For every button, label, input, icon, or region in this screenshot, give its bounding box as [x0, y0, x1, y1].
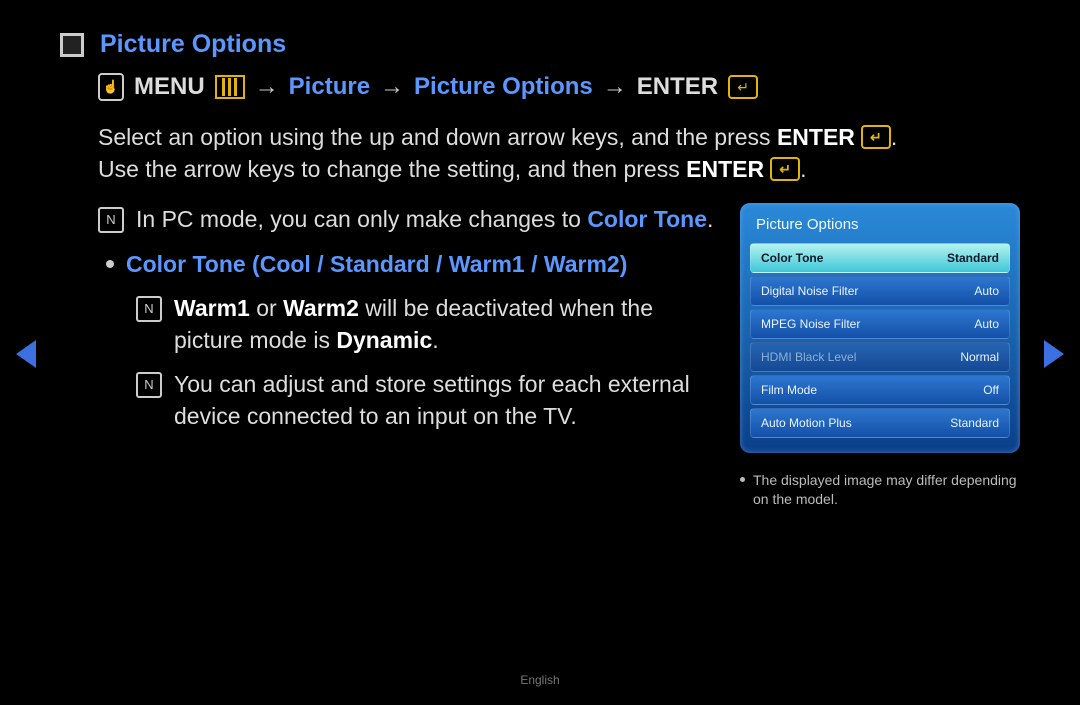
desc-line2-bold: ENTER: [686, 153, 764, 185]
subnote-dynamic: Dynamic: [336, 327, 432, 353]
osd-item[interactable]: Color Tone Standard: [750, 243, 1010, 273]
osd-item-label: Film Mode: [761, 383, 817, 397]
menu-icon: [215, 75, 245, 99]
subnote-warm1: Warm1: [174, 295, 250, 321]
desc-line1-post: .: [891, 124, 897, 150]
osd-item-value: Off: [983, 383, 999, 397]
note-icon: N: [136, 372, 162, 398]
osd-item-value: Standard: [947, 251, 999, 265]
enter-icon: ↵: [861, 125, 891, 149]
subnote-post: .: [432, 327, 438, 353]
subnote-warm: Warm1 or Warm2 will be deactivated when …: [174, 292, 720, 356]
nav-next-icon[interactable]: [1044, 340, 1064, 368]
note-icon: N: [98, 207, 124, 233]
note-pc-mode: In PC mode, you can only make changes to…: [136, 203, 713, 235]
breadcrumb-menu: MENU: [134, 73, 205, 101]
panel-footnote-text: The displayed image may differ depending…: [753, 471, 1020, 509]
enter-icon: ↵: [770, 157, 800, 181]
breadcrumb-arrow: →: [603, 73, 627, 101]
desc-line1-bold: ENTER: [777, 121, 855, 153]
osd-item[interactable]: Auto Motion Plus Standard: [750, 408, 1010, 438]
osd-item-value: Standard: [950, 416, 999, 430]
nav-prev-icon[interactable]: [16, 340, 36, 368]
osd-item-label: MPEG Noise Filter: [761, 317, 860, 331]
page-title: Picture Options: [100, 30, 286, 59]
breadcrumb-arrow: →: [255, 73, 279, 101]
panel-footnote: The displayed image may differ depending…: [740, 471, 1020, 509]
osd-item-label: HDMI Black Level: [761, 350, 856, 364]
subnote-adjust: You can adjust and store settings for ea…: [174, 368, 720, 432]
note-pc-pre: In PC mode, you can only make changes to: [136, 206, 587, 232]
desc-line2-post: .: [800, 156, 806, 182]
osd-item-label: Color Tone: [761, 251, 823, 265]
osd-item-label: Auto Motion Plus: [761, 416, 852, 430]
bullet-color-tone: Color Tone (Cool / Standard / Warm1 / Wa…: [126, 248, 627, 280]
description-text: Select an option using the up and down a…: [98, 121, 1020, 185]
osd-panel: Picture Options Color Tone Standard Digita…: [740, 203, 1020, 509]
osd-item-value: Auto: [974, 284, 999, 298]
note-icon: N: [136, 296, 162, 322]
osd-item-label: Digital Noise Filter: [761, 284, 858, 298]
osd-item[interactable]: Digital Noise Filter Auto: [750, 276, 1010, 306]
content-left: N In PC mode, you can only make changes …: [98, 203, 720, 444]
subnote-warm2: Warm2: [283, 295, 359, 321]
breadcrumb-picture-options: Picture Options: [414, 73, 593, 101]
bullet-icon: [106, 260, 114, 268]
osd-item-value: Normal: [960, 350, 999, 364]
note-pc-post: .: [707, 206, 713, 232]
osd-item-value: Auto: [974, 317, 999, 331]
osd-item[interactable]: Film Mode Off: [750, 375, 1010, 405]
osd-item[interactable]: HDMI Black Level Normal: [750, 342, 1010, 372]
footer-language: English: [0, 673, 1080, 687]
breadcrumb-picture: Picture: [289, 73, 370, 101]
osd-item[interactable]: MPEG Noise Filter Auto: [750, 309, 1010, 339]
section-marker-icon: [60, 33, 84, 57]
breadcrumb-enter: ENTER: [637, 73, 718, 101]
subnote-mid1: or: [250, 295, 283, 321]
hand-icon: ☝: [98, 73, 124, 101]
breadcrumb: ☝ MENU → Picture → Picture Options → ENT…: [98, 73, 1020, 101]
bullet-icon: [740, 477, 745, 482]
breadcrumb-arrow: →: [380, 73, 404, 101]
desc-line1-pre: Select an option using the up and down a…: [98, 124, 777, 150]
note-pc-highlight: Color Tone: [587, 206, 707, 232]
enter-icon: ↵: [728, 75, 758, 99]
desc-line2-pre: Use the arrow keys to change the setting…: [98, 156, 686, 182]
osd-title: Picture Options: [750, 213, 1010, 243]
